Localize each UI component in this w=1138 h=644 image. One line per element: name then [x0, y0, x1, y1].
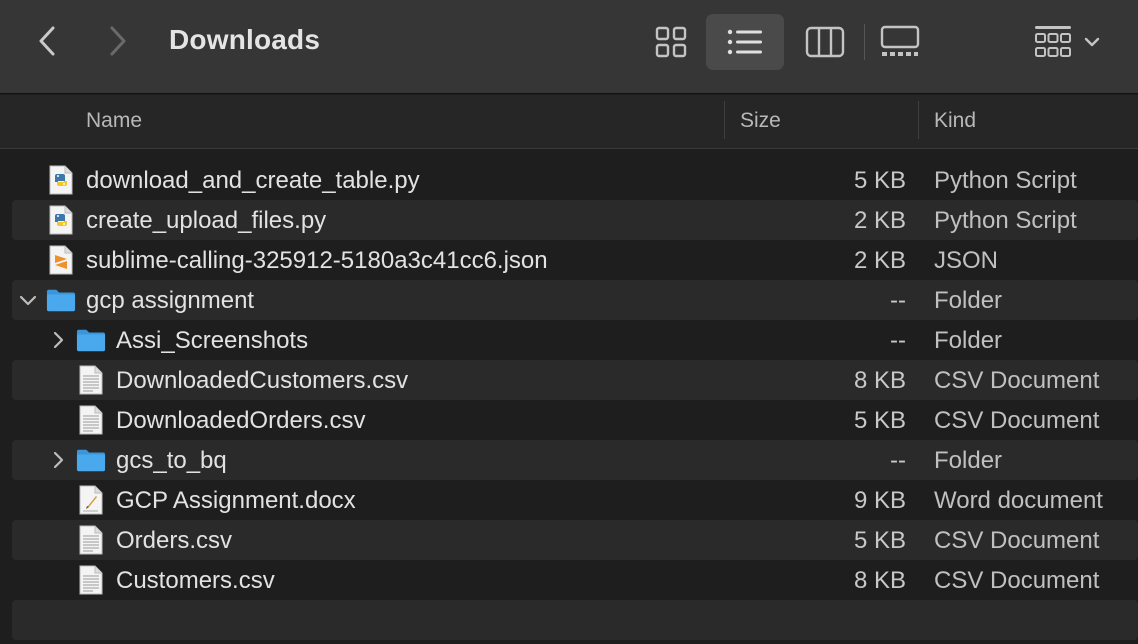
list-icon — [727, 29, 762, 55]
file-kind: CSV Document — [934, 407, 1100, 434]
file-size: 2 KB — [853, 207, 906, 234]
file-name: gcs_to_bq — [116, 447, 227, 474]
file-row[interactable]: DownloadedOrders.csv 5 KB CSV Document — [12, 400, 1138, 440]
file-row[interactable]: DownloadedCustomers.csv 8 KB CSV Document — [12, 360, 1138, 400]
csv-file-icon — [76, 565, 106, 595]
file-size: 2 KB — [853, 247, 906, 274]
file-name: Customers.csv — [116, 567, 275, 594]
file-size: 9 KB — [853, 487, 906, 514]
file-name: download_and_create_table.py — [86, 167, 420, 194]
sublime-file-icon — [46, 245, 76, 275]
columns-icon — [805, 26, 845, 58]
back-button[interactable] — [32, 22, 62, 60]
csv-file-icon — [76, 405, 106, 435]
window-title: Downloads — [169, 24, 321, 55]
file-size: 8 KB — [853, 367, 906, 394]
csv-file-icon — [76, 365, 106, 395]
empty-row — [12, 600, 1138, 640]
group-by-icon — [1035, 26, 1071, 57]
python-file-icon — [46, 205, 76, 235]
csv-file-icon — [76, 525, 106, 555]
word-file-icon — [76, 485, 106, 515]
file-name: Assi_Screenshots — [116, 327, 309, 354]
file-kind: Python Script — [934, 167, 1077, 194]
file-row[interactable]: download_and_create_table.py 5 KB Python S… — [12, 160, 1138, 200]
file-row[interactable]: gcp assignment -- Folder — [12, 280, 1138, 320]
column-header-kind[interactable]: Kind — [934, 109, 976, 133]
toolbar-divider — [864, 24, 865, 60]
chevron-right-icon — [110, 26, 126, 56]
column-header-size[interactable]: Size — [740, 109, 781, 133]
file-name: GCP Assignment.docx — [116, 487, 356, 514]
file-size: 5 KB — [853, 527, 906, 554]
forward-button[interactable] — [103, 22, 133, 60]
gallery-icon — [880, 25, 920, 56]
chevron-down-icon — [1084, 37, 1100, 47]
file-name: DownloadedCustomers.csv — [116, 367, 409, 394]
file-row[interactable]: GCP Assignment.docx 9 KB Word document — [12, 480, 1138, 520]
file-row[interactable]: create_upload_files.py 2 KB Python Script — [12, 200, 1138, 240]
file-size: 5 KB — [853, 167, 906, 194]
gallery-view-button[interactable] — [870, 14, 930, 70]
file-size: 5 KB — [853, 407, 906, 434]
folder-icon — [76, 325, 106, 355]
file-name: sublime-calling-325912-5180a3c41cc6.json — [86, 247, 548, 274]
chevron-left-icon — [39, 26, 55, 56]
file-kind: CSV Document — [934, 367, 1100, 394]
python-file-icon — [46, 165, 76, 195]
file-name: Orders.csv — [116, 527, 233, 554]
disclosure-collapsed-icon[interactable] — [47, 449, 69, 471]
file-kind: JSON — [934, 247, 999, 274]
file-row[interactable]: Customers.csv 8 KB CSV Document — [12, 560, 1138, 600]
file-size: -- — [890, 447, 906, 474]
list-view-button[interactable] — [706, 14, 784, 70]
file-name: DownloadedOrders.csv — [116, 407, 366, 434]
disclosure-expanded-icon[interactable] — [17, 289, 39, 311]
grid-icon — [655, 26, 687, 58]
group-by-button[interactable] — [1026, 14, 1108, 70]
file-name: gcp assignment — [86, 287, 255, 314]
file-kind: Folder — [934, 287, 1003, 314]
icon-view-button[interactable] — [644, 14, 698, 70]
column-divider[interactable] — [918, 101, 919, 139]
file-row[interactable]: Orders.csv 5 KB CSV Document — [12, 520, 1138, 560]
file-row[interactable]: gcs_to_bq -- Folder — [12, 440, 1138, 480]
file-row[interactable]: sublime-calling-325912-5180a3c41cc6.json… — [12, 240, 1138, 280]
file-kind: CSV Document — [934, 527, 1100, 554]
folder-icon — [76, 445, 106, 475]
file-list: download_and_create_table.py 5 KB Python S… — [12, 160, 1138, 600]
toolbar: Downloads — [0, 0, 1138, 94]
file-size: 8 KB — [853, 567, 906, 594]
file-size: -- — [890, 327, 906, 354]
column-divider[interactable] — [724, 101, 725, 139]
column-view-button[interactable] — [796, 14, 854, 70]
folder-icon — [46, 285, 76, 315]
file-name: create_upload_files.py — [86, 207, 327, 234]
column-header-name[interactable]: Name — [86, 109, 142, 133]
file-kind: Word document — [934, 487, 1103, 514]
file-row[interactable]: Assi_Screenshots -- Folder — [12, 320, 1138, 360]
file-kind: Folder — [934, 327, 1003, 354]
file-kind: Python Script — [934, 207, 1077, 234]
file-kind: CSV Document — [934, 567, 1100, 594]
column-header-bar: Name Size Kind — [0, 95, 1138, 149]
file-size: -- — [890, 287, 906, 314]
disclosure-collapsed-icon[interactable] — [47, 329, 69, 351]
file-kind: Folder — [934, 447, 1003, 474]
